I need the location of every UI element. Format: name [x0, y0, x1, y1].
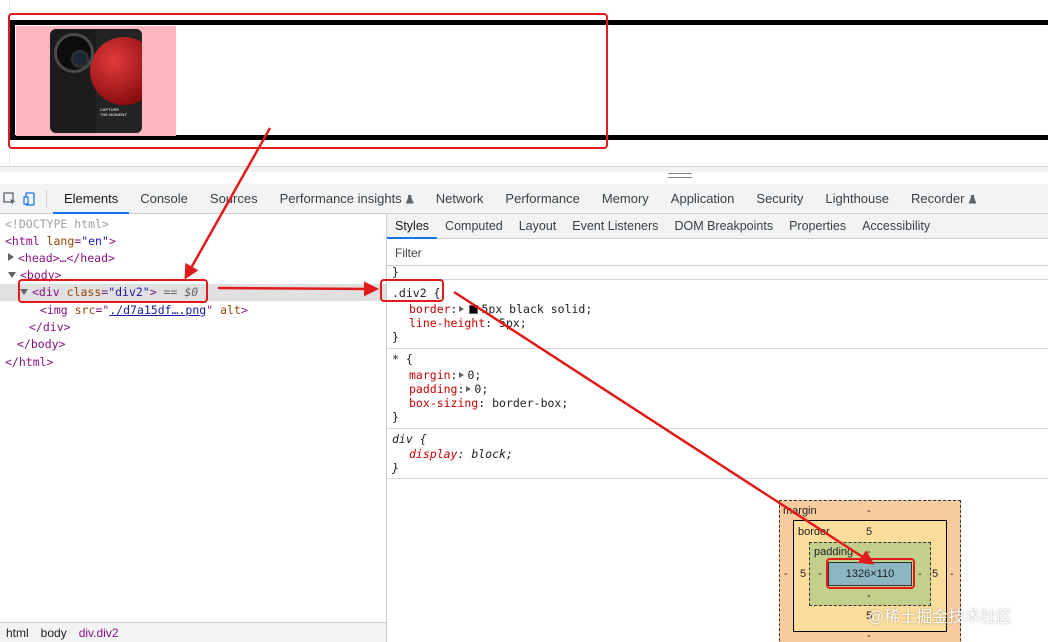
dom-tree: <!DOCTYPE html> <html lang="en"> <head>…… [0, 214, 386, 622]
subtab-styles[interactable]: Styles [387, 214, 438, 239]
dom-doctype[interactable]: <!DOCTYPE html> [0, 216, 386, 233]
css-declaration-margin[interactable]: margin: 0; [409, 368, 481, 382]
drawer-resize-handle[interactable] [668, 173, 692, 178]
tab-lighthouse[interactable]: Lighthouse [814, 184, 900, 214]
subtab-layout[interactable]: Layout [511, 214, 565, 239]
color-swatch-icon[interactable] [469, 305, 479, 314]
devtools-tabbar: Elements Console Sources Performance ins… [0, 184, 1048, 214]
phone-image: CAPTURE THE MOMENT [50, 29, 142, 133]
box-model-margin-right[interactable]: - [950, 568, 954, 581]
subtab-properties[interactable]: Properties [781, 214, 854, 239]
dom-head-node[interactable]: <head>…</head> [0, 250, 386, 267]
box-model-margin-top[interactable]: - [867, 505, 871, 518]
dom-div2-node[interactable]: <div class="div2"> == $0 [0, 284, 386, 301]
subtab-event-listeners[interactable]: Event Listeners [564, 214, 666, 239]
tab-memory[interactable]: Memory [591, 184, 660, 214]
tab-performance-insights[interactable]: Performance insights [269, 184, 425, 214]
tab-network[interactable]: Network [425, 184, 495, 214]
box-model-border-label: border [798, 526, 830, 538]
tab-application[interactable]: Application [660, 184, 746, 214]
box-model-border-bottom[interactable]: 5 [866, 610, 872, 623]
expand-arrow-icon[interactable] [8, 253, 14, 261]
camera-lens-icon [54, 33, 94, 73]
tab-performance[interactable]: Performance [494, 184, 590, 214]
breadcrumb-html[interactable]: html [0, 626, 35, 640]
style-rule-universal[interactable]: * { margin: 0; padding: 0; box-sizing: bor… [387, 349, 1048, 429]
dom-body-close[interactable]: </body> [0, 336, 386, 353]
styles-filter-input[interactable]: Filter [387, 240, 1048, 266]
css-declaration-padding[interactable]: padding: 0; [409, 382, 488, 396]
css-declaration-line-height[interactable]: line-height: 5px; [409, 316, 527, 330]
box-model-padding-left[interactable]: - [818, 568, 822, 581]
expand-shorthand-icon[interactable] [459, 372, 465, 378]
subtab-computed[interactable]: Computed [437, 214, 511, 239]
styles-subtabs: Styles Computed Layout Event Listeners D… [387, 214, 1048, 239]
breadcrumb-div2[interactable]: div.div2 [73, 626, 125, 640]
style-rule-div-useragent: div { display: block; } [387, 429, 1048, 479]
css-declaration-display: display: block; [409, 447, 513, 461]
box-model-padding-bottom[interactable]: - [867, 590, 871, 603]
device-toolbar-icon[interactable] [20, 184, 40, 214]
tabbar-separator [46, 189, 47, 208]
tab-console[interactable]: Console [129, 184, 199, 214]
rule-selector[interactable]: .div2 { [392, 286, 440, 300]
dom-body-node[interactable]: <body> [0, 267, 386, 284]
box-model-margin-left[interactable]: - [784, 568, 788, 581]
dom-img-node[interactable]: <img src="./d7a15df….png" alt> [0, 302, 386, 319]
collapse-arrow-icon[interactable] [8, 272, 16, 278]
expand-shorthand-icon[interactable] [459, 306, 465, 312]
box-model-padding-right[interactable]: - [918, 568, 922, 581]
dom-selected-ref: == $0 [163, 285, 199, 299]
box-model-margin-label: margin [783, 505, 817, 517]
dom-html-node[interactable]: <html lang="en"> [0, 233, 386, 250]
breadcrumb: html body div.div2 [0, 622, 386, 642]
box-model-padding-top[interactable]: - [867, 546, 871, 559]
experimental-flask-icon [968, 194, 977, 204]
box-model-border-top[interactable]: 5 [866, 526, 872, 539]
subtab-dom-breakpoints[interactable]: DOM Breakpoints [666, 214, 781, 239]
tab-elements[interactable]: Elements [53, 184, 130, 214]
box-model-border-right[interactable]: 5 [932, 568, 938, 581]
collapse-arrow-icon[interactable] [20, 289, 28, 295]
subtab-accessibility[interactable]: Accessibility [854, 214, 938, 239]
expand-shorthand-icon[interactable] [466, 386, 472, 392]
tab-security[interactable]: Security [745, 184, 814, 214]
tab-sources[interactable]: Sources [199, 184, 269, 214]
style-rule-previous: } [387, 265, 1048, 280]
dom-html-close[interactable]: </html> [0, 354, 386, 371]
style-rule-div2[interactable]: .div2 { border: 5px black solid; line-hei… [387, 281, 1048, 349]
img-src-link[interactable]: ./d7a15df….png [109, 303, 206, 317]
viewport-gutter [0, 0, 10, 166]
dom-div-close[interactable]: </div> [0, 319, 386, 336]
experimental-flask-icon [405, 194, 414, 204]
inspect-element-icon[interactable] [0, 184, 20, 214]
breadcrumb-body[interactable]: body [35, 626, 73, 640]
box-model-border-left[interactable]: 5 [800, 568, 806, 581]
box-model-content[interactable]: 1326×110 [828, 562, 912, 586]
page-viewport: CAPTURE THE MOMENT [0, 0, 1048, 172]
css-declaration-box-sizing[interactable]: box-sizing: border-box; [409, 396, 568, 410]
viewport-bottom-strip [0, 166, 1048, 172]
phone-caption: CAPTURE THE MOMENT [100, 107, 127, 117]
tab-recorder[interactable]: Recorder [900, 184, 987, 214]
box-model-padding-label: padding [814, 546, 854, 558]
css-declaration-border[interactable]: border: 5px black solid; [409, 302, 592, 316]
